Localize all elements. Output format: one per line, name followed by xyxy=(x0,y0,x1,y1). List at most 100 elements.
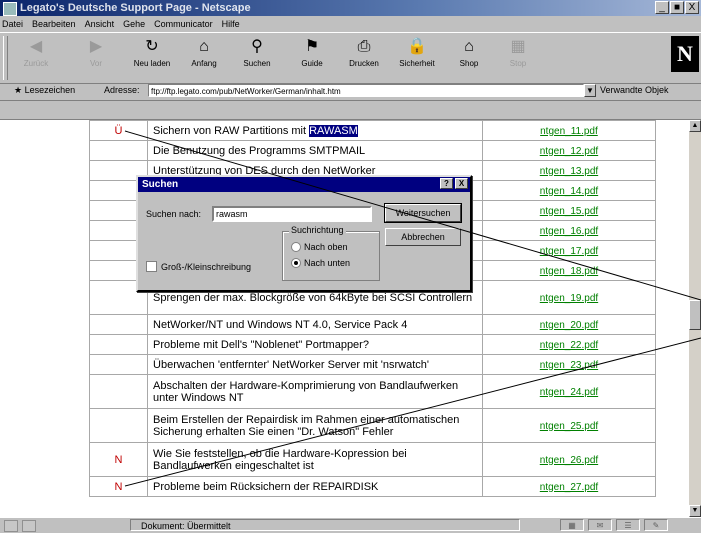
close-button[interactable]: X xyxy=(685,1,699,14)
minimize-button[interactable]: _ xyxy=(655,1,669,14)
description-text: Probleme mit Dell's "Noblenet" Portmappe… xyxy=(153,338,369,351)
radio-down-dot[interactable] xyxy=(291,258,301,268)
description-text: Beim Erstellen der Repairdisk im Rahmen … xyxy=(153,413,460,438)
address-label: Adresse: xyxy=(104,85,140,95)
related-links-button[interactable]: Verwandte Objek xyxy=(600,85,669,95)
pdf-link[interactable]: ntgen_24.pdf xyxy=(540,387,598,398)
toolbar-button-9[interactable]: ▦ Stop xyxy=(494,37,542,79)
toolbar-button-7[interactable]: 🔒 Sicherheit xyxy=(393,37,441,79)
navigation-toolbar: ◀ Zurück ▶ Vor ↻ Neu laden ⌂ Anfang ⚲ Suchen ⚑ Guid… xyxy=(0,32,701,84)
row-file-cell: ntgen_18.pdf xyxy=(481,260,657,281)
match-case-box[interactable] xyxy=(146,261,157,272)
toolbar-button-2[interactable]: ↻ Neu laden xyxy=(128,37,176,79)
component-bar-discussion-icon[interactable]: ☰ xyxy=(616,519,640,531)
search-highlight: RAWASM xyxy=(309,124,358,137)
toolbar-button-label: Sicherheit xyxy=(399,59,435,68)
component-bar-navigator-icon[interactable]: ▦ xyxy=(560,519,584,531)
dialog-help-button[interactable]: ? xyxy=(440,178,453,189)
toolbar-button-label: Drucken xyxy=(349,59,379,68)
scroll-up-arrow[interactable]: ▲ xyxy=(689,120,701,132)
pdf-link[interactable]: ntgen_22.pdf xyxy=(540,340,598,351)
find-label: Suchen nach: xyxy=(146,209,202,219)
netscape-app-icon xyxy=(3,2,17,16)
vertical-scrollbar[interactable]: ▲ ▼ xyxy=(689,120,701,517)
lock-icon: 🔒 xyxy=(407,38,427,55)
back-arrow-icon: ◀ xyxy=(29,38,43,55)
table-row: NetWorker/NT und Windows NT 4.0, Service… xyxy=(88,314,657,335)
table-row: N Probleme beim Rücksichern der REPAIRDIS… xyxy=(88,476,657,497)
direction-up-label: Nach oben xyxy=(304,242,348,252)
component-bar-composer-icon[interactable]: ✎ xyxy=(644,519,668,531)
menu-hilfe[interactable]: Hilfe xyxy=(222,17,240,31)
scroll-thumb[interactable] xyxy=(689,300,701,330)
menu-datei[interactable]: Datei xyxy=(2,17,23,31)
toolbar-button-label: Vor xyxy=(89,59,102,68)
find-next-button[interactable]: Weitersuchen xyxy=(384,203,462,223)
scroll-down-arrow[interactable]: ▼ xyxy=(689,505,701,517)
toolbar-grip[interactable] xyxy=(3,36,8,80)
table-row: N Wie Sie feststellen, ob die Hardware-Ko… xyxy=(88,442,657,477)
connection-status-icon xyxy=(22,520,36,532)
pdf-link[interactable]: ntgen_13.pdf xyxy=(540,166,598,177)
row-description: Beim Erstellen der Repairdisk im Rahmen … xyxy=(147,408,483,443)
row-file-cell: ntgen_15.pdf xyxy=(481,200,657,221)
pdf-link[interactable]: ntgen_14.pdf xyxy=(540,186,598,197)
toolbar-button-label: Guide xyxy=(301,59,323,68)
pdf-link[interactable]: ntgen_26.pdf xyxy=(540,455,598,466)
direction-group-title: Suchrichtung xyxy=(289,225,346,235)
description-text: Wie Sie feststellen, ob die Hardware-Kop… xyxy=(153,447,407,472)
direction-down-label: Nach unten xyxy=(304,258,351,268)
pdf-link[interactable]: ntgen_18.pdf xyxy=(540,266,598,277)
netscape-logo[interactable]: N xyxy=(671,36,699,72)
row-marker xyxy=(88,374,149,409)
security-status-icon[interactable] xyxy=(4,520,18,532)
guide-icon: ⚑ xyxy=(304,38,320,55)
table-row: Überwachen 'entfernter' NetWorker Server… xyxy=(88,354,657,375)
row-description: NetWorker/NT und Windows NT 4.0, Service… xyxy=(147,314,483,335)
address-input[interactable]: ftp://ftp.legato.com/pub/NetWorker/Germa… xyxy=(148,84,584,97)
row-file-cell: ntgen_24.pdf xyxy=(481,374,657,409)
search-icon: ⚲ xyxy=(251,38,263,55)
find-input[interactable]: rawasm xyxy=(212,206,372,222)
pdf-link[interactable]: ntgen_19.pdf xyxy=(540,293,598,304)
direction-down-radio[interactable]: Nach unten xyxy=(291,258,350,268)
row-file-cell: ntgen_17.pdf xyxy=(481,240,657,261)
pdf-link[interactable]: ntgen_27.pdf xyxy=(540,482,598,493)
toolbar-button-label: Suchen xyxy=(243,59,271,68)
menu-ansicht[interactable]: Ansicht xyxy=(85,17,115,31)
menu-gehe[interactable]: Gehe xyxy=(123,17,145,31)
radio-up-dot[interactable] xyxy=(291,242,301,252)
row-description: Probleme mit Dell's "Noblenet" Portmappe… xyxy=(147,334,483,355)
table-row: Probleme mit Dell's "Noblenet" Portmappe… xyxy=(88,334,657,355)
row-file-cell: ntgen_16.pdf xyxy=(481,220,657,241)
toolbar-button-1[interactable]: ▶ Vor xyxy=(72,37,120,79)
pdf-link[interactable]: ntgen_17.pdf xyxy=(540,246,598,257)
toolbar-button-4[interactable]: ⚲ Suchen xyxy=(233,37,281,79)
pdf-link[interactable]: ntgen_15.pdf xyxy=(540,206,598,217)
toolbar-button-8[interactable]: ⌂ Shop xyxy=(445,37,493,79)
table-row: Abschalten der Hardware-Komprimierung vo… xyxy=(88,374,657,409)
pdf-link[interactable]: ntgen_12.pdf xyxy=(540,146,598,157)
toolbar-button-3[interactable]: ⌂ Anfang xyxy=(180,37,228,79)
pdf-link[interactable]: ntgen_25.pdf xyxy=(540,421,598,432)
pdf-link[interactable]: ntgen_11.pdf xyxy=(540,126,598,137)
pdf-link[interactable]: ntgen_20.pdf xyxy=(540,320,598,331)
bookmarks-button[interactable]: ★ Lesezeichen xyxy=(14,85,75,96)
pdf-link[interactable]: ntgen_23.pdf xyxy=(540,360,598,371)
component-bar-mail-icon[interactable]: ✉ xyxy=(588,519,612,531)
menu-bearbeiten[interactable]: Bearbeiten xyxy=(32,17,76,31)
menu-communicator[interactable]: Communicator xyxy=(154,17,213,31)
menu-bar: Datei Bearbeiten Ansicht Gehe Communicat… xyxy=(0,17,701,31)
pdf-link[interactable]: ntgen_16.pdf xyxy=(540,226,598,237)
maximize-button[interactable]: ■ xyxy=(670,1,684,14)
toolbar-button-5[interactable]: ⚑ Guide xyxy=(288,37,336,79)
address-dropdown-button[interactable]: ▼ xyxy=(584,84,596,97)
personal-toolbar xyxy=(0,101,701,120)
toolbar-button-0[interactable]: ◀ Zurück xyxy=(12,37,60,79)
match-case-checkbox[interactable]: Groß-/Kleinschreibung xyxy=(146,261,251,272)
dialog-close-button[interactable]: X xyxy=(455,178,468,189)
cancel-button[interactable]: Abbrechen xyxy=(385,228,461,246)
direction-up-radio[interactable]: Nach oben xyxy=(291,242,348,252)
toolbar-button-6[interactable]: ⎙ Drucken xyxy=(340,37,388,79)
related-label: Verwandte Objek xyxy=(600,85,669,95)
